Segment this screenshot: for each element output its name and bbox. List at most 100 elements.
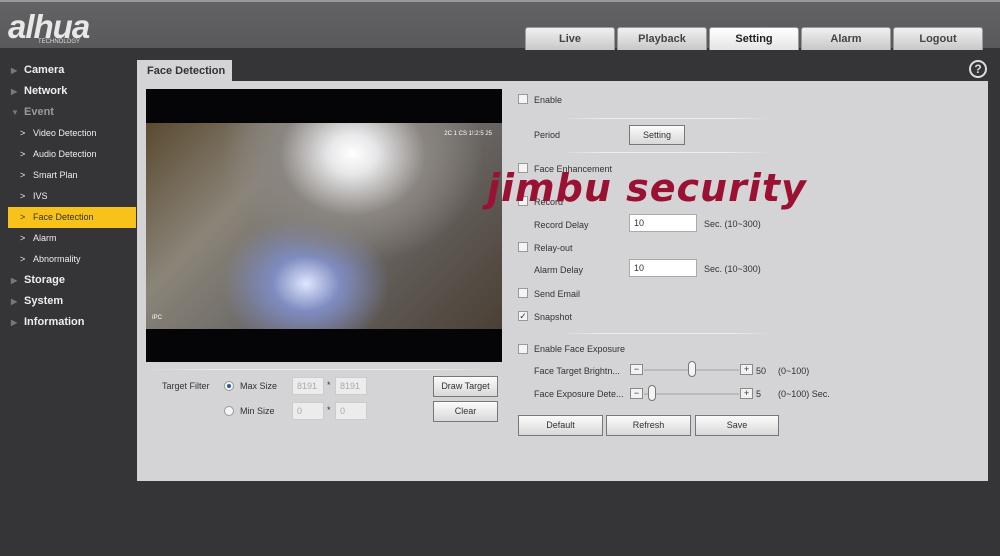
- max-size-radio[interactable]: [224, 381, 234, 391]
- tab-setting[interactable]: Setting: [709, 27, 799, 50]
- divider: [560, 118, 770, 119]
- plus-button[interactable]: +: [740, 364, 753, 375]
- sidebar: ▶ Camera ▶ Network ▼ Event > Video Detection > Au…: [0, 60, 136, 333]
- sidebar-item-label: Video Detection: [33, 128, 97, 138]
- chevron-right-icon: >: [20, 233, 26, 243]
- osd-label: IPC: [152, 315, 163, 321]
- header: alhua TECHNOLOGY Live Playback Setting Alarm…: [0, 0, 1000, 50]
- sidebar-item-ivs[interactable]: > IVS: [0, 186, 136, 207]
- sidebar-item-label: Smart Plan: [33, 170, 78, 180]
- tab-logout[interactable]: Logout: [893, 27, 983, 50]
- slider-handle[interactable]: [687, 361, 696, 377]
- save-button[interactable]: Save: [695, 415, 779, 436]
- face-enhancement-checkbox[interactable]: [518, 163, 528, 173]
- min-size-radio[interactable]: [224, 406, 234, 416]
- period-setting-button[interactable]: Setting: [629, 125, 685, 145]
- record-delay-unit: Sec. (10~300): [704, 219, 761, 229]
- sidebar-item-video-detection[interactable]: > Video Detection: [0, 123, 136, 144]
- triangle-right-icon: ▶: [11, 318, 18, 327]
- snapshot-checkbox[interactable]: ✓: [518, 311, 528, 321]
- alarm-delay-label: Alarm Delay: [534, 265, 584, 275]
- osd-time: 2C 1 CS 1!:2:5 25: [444, 131, 492, 137]
- record-delay-input[interactable]: 10: [629, 214, 697, 232]
- sidebar-item-camera[interactable]: ▶ Camera: [0, 60, 136, 81]
- triangle-right-icon: ▶: [11, 276, 18, 285]
- sidebar-item-abnormality[interactable]: > Abnormality: [0, 249, 136, 270]
- chevron-right-icon: >: [20, 254, 26, 264]
- sidebar-item-information[interactable]: ▶ Information: [0, 312, 136, 333]
- sidebar-item-network[interactable]: ▶ Network: [0, 81, 136, 102]
- tab-face-detection[interactable]: Face Detection: [137, 60, 232, 82]
- chevron-right-icon: >: [20, 212, 26, 222]
- chevron-right-icon: >: [20, 170, 26, 180]
- triangle-right-icon: ▶: [11, 297, 18, 306]
- minus-button[interactable]: −: [630, 388, 643, 399]
- enable-checkbox[interactable]: [518, 94, 528, 104]
- brightness-slider[interactable]: − +: [630, 361, 753, 377]
- triangle-down-icon: ▼: [11, 108, 19, 117]
- sidebar-item-label: System: [24, 295, 64, 307]
- exposure-detect-range: (0~100) Sec.: [778, 389, 830, 399]
- max-width-input[interactable]: 8191: [292, 377, 324, 395]
- slider-handle[interactable]: [648, 385, 657, 401]
- main-tabs: Live Playback Setting Alarm Logout: [525, 27, 983, 50]
- send-email-label: Send Email: [534, 289, 581, 299]
- alarm-delay-input[interactable]: 10: [629, 259, 697, 277]
- relay-out-checkbox[interactable]: [518, 242, 528, 252]
- relay-out-label: Relay-out: [534, 243, 573, 253]
- plus-button[interactable]: +: [740, 388, 753, 399]
- refresh-button[interactable]: Refresh: [606, 415, 691, 436]
- max-height-input[interactable]: 8191: [335, 377, 367, 395]
- sidebar-item-label: Audio Detection: [33, 149, 97, 159]
- record-checkbox[interactable]: [518, 196, 528, 206]
- brightness-label: Face Target Brightn...: [534, 366, 620, 376]
- tab-alarm[interactable]: Alarm: [801, 27, 891, 50]
- divider: [560, 152, 770, 153]
- sidebar-item-storage[interactable]: ▶ Storage: [0, 270, 136, 291]
- clear-button[interactable]: Clear: [433, 401, 498, 422]
- triangle-right-icon: ▶: [11, 87, 18, 96]
- help-icon[interactable]: ?: [969, 60, 987, 78]
- record-delay-label: Record Delay: [534, 220, 589, 230]
- slider-track[interactable]: [644, 393, 739, 395]
- exposure-detect-label: Face Exposure Dete...: [534, 389, 624, 399]
- face-exposure-label: Enable Face Exposure: [534, 344, 626, 354]
- sidebar-item-smart-plan[interactable]: > Smart Plan: [0, 165, 136, 186]
- video-preview[interactable]: 2C 1 CS 1!:2:5 25 IPC: [146, 89, 502, 362]
- target-filter-label: Target Filter: [162, 381, 210, 391]
- exposure-detect-value: 5: [756, 389, 762, 399]
- sidebar-item-label: Information: [24, 316, 85, 328]
- sidebar-item-alarm[interactable]: > Alarm: [0, 228, 136, 249]
- sidebar-item-event[interactable]: ▼ Event: [0, 102, 136, 123]
- sidebar-item-system[interactable]: ▶ System: [0, 291, 136, 312]
- draw-target-button[interactable]: Draw Target: [433, 376, 498, 397]
- sidebar-item-label: Alarm: [33, 233, 57, 243]
- min-width-input[interactable]: 0: [292, 402, 324, 420]
- brightness-range: (0~100): [778, 366, 810, 376]
- face-exposure-checkbox[interactable]: [518, 344, 528, 354]
- default-button[interactable]: Default: [518, 415, 603, 436]
- record-label: Record: [534, 197, 564, 207]
- divider: [560, 333, 770, 334]
- min-height-input[interactable]: 0: [335, 402, 367, 420]
- sidebar-item-audio-detection[interactable]: > Audio Detection: [0, 144, 136, 165]
- triangle-right-icon: ▶: [11, 66, 18, 75]
- separator: *: [327, 405, 331, 415]
- sidebar-item-label: Camera: [24, 64, 65, 76]
- divider: [146, 369, 502, 370]
- camera-image: 2C 1 CS 1!:2:5 25 IPC: [146, 123, 502, 329]
- sidebar-item-label: Abnormality: [33, 254, 81, 264]
- send-email-checkbox[interactable]: [518, 288, 528, 298]
- exposure-detect-slider[interactable]: − +: [630, 385, 753, 401]
- min-size-label: Min Size: [240, 406, 275, 416]
- sidebar-item-label: IVS: [33, 191, 48, 201]
- tab-playback[interactable]: Playback: [617, 27, 707, 50]
- minus-button[interactable]: −: [630, 364, 643, 375]
- dahua-logo: alhua TECHNOLOGY: [8, 8, 90, 45]
- max-size-label: Max Size: [240, 381, 278, 391]
- period-label: Period: [534, 130, 561, 140]
- chevron-right-icon: >: [20, 191, 26, 201]
- sidebar-item-label: Event: [24, 106, 54, 118]
- sidebar-item-face-detection[interactable]: > Face Detection: [8, 207, 136, 228]
- tab-live[interactable]: Live: [525, 27, 615, 50]
